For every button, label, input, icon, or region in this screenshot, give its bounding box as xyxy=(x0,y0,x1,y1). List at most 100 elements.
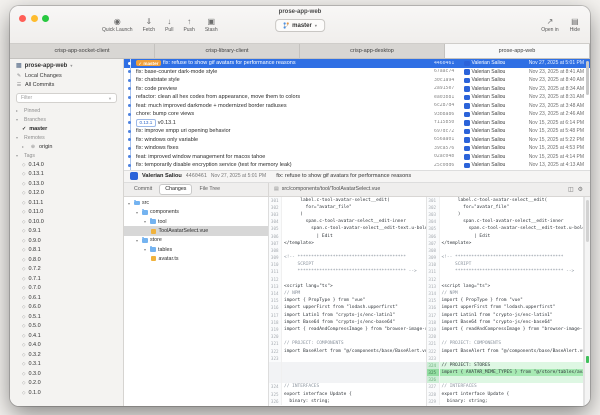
check-icon: ✓ xyxy=(139,61,142,66)
sidebar-tag-item[interactable]: ◇0.11.1 xyxy=(10,198,123,208)
repo-tab[interactable]: prose-app-web xyxy=(445,44,590,58)
sidebar-item-local-changes[interactable]: ✎ Local Changes xyxy=(10,71,123,81)
avatar xyxy=(130,172,138,180)
commit-row[interactable]: fix: windows only variable656aa01Valeria… xyxy=(124,136,590,145)
tree-folder[interactable]: ▾tables xyxy=(124,245,268,254)
avatar xyxy=(464,129,470,135)
sidebar-tag-item[interactable]: ◇0.11.0 xyxy=(10,208,123,218)
section-pinned[interactable]: ▸ Pinned xyxy=(10,106,123,115)
branch-selector[interactable]: master ▾ xyxy=(275,19,325,32)
sidebar-tag-item[interactable]: ◇0.13.1 xyxy=(10,170,123,180)
sidebar-tag-item[interactable]: ◇0.10.0 xyxy=(10,217,123,227)
sidebar-tag-item[interactable]: ◇0.5.1 xyxy=(10,312,123,322)
tags-label: Tags xyxy=(24,153,35,159)
tab-commit[interactable]: Commit xyxy=(129,185,157,194)
scrollbar-thumb[interactable] xyxy=(586,200,589,242)
tab-file-tree[interactable]: File Tree xyxy=(194,185,225,194)
sidebar-tag-item[interactable]: ◇0.9.1 xyxy=(10,227,123,237)
tag-label: 0.8.1 xyxy=(28,247,40,253)
sidebar-tag-item[interactable]: ◇0.14.0 xyxy=(10,160,123,170)
commit-message-text: fix: windows fixes xyxy=(136,145,179,151)
commit-row[interactable]: refactor: clean all hex codes from appea… xyxy=(124,93,590,102)
avatar xyxy=(464,112,470,118)
scrollbar-thumb[interactable] xyxy=(586,61,589,95)
commit-row[interactable]: fix: chatstate style30c1a94Valerian Sali… xyxy=(124,76,590,85)
open-in-button[interactable]: ↗ Open in xyxy=(541,17,559,33)
sidebar-tag-item[interactable]: ◇0.4.1 xyxy=(10,331,123,341)
quick-launch-button[interactable]: ◉ Quick Launch xyxy=(102,17,133,33)
sidebar-tag-item[interactable]: ◇0.2.0 xyxy=(10,379,123,389)
split-view-icon[interactable]: ◫ xyxy=(568,186,574,193)
chevron-right-icon: ▸ xyxy=(22,144,27,149)
section-remotes[interactable]: ▾ Remotes xyxy=(10,133,123,142)
sidebar-tag-item[interactable]: ◇0.7.1 xyxy=(10,274,123,284)
line-text: // NPM xyxy=(282,290,426,297)
commit-dot xyxy=(128,138,131,141)
chevron-right-icon: ▸ xyxy=(16,108,21,113)
commit-message: fix: windows fixes xyxy=(136,145,434,151)
sidebar-tag-item[interactable]: ◇0.5.0 xyxy=(10,322,123,332)
hide-sidebar-button[interactable]: ▤ Hide xyxy=(570,17,580,33)
sidebar-tag-item[interactable]: ◇0.3.0 xyxy=(10,369,123,379)
sidebar-branch-master[interactable]: ✓ master xyxy=(10,124,123,133)
tree-folder[interactable]: ▾tool xyxy=(124,217,268,226)
sidebar-tag-item[interactable]: ◇0.7.2 xyxy=(10,265,123,275)
commit-row[interactable]: fix: improve xmpp uri opening behavior69… xyxy=(124,127,590,136)
tag-label: 0.6.1 xyxy=(28,295,40,301)
sidebar-repo-header[interactable]: ▦ prose-app-web ▾ xyxy=(10,59,123,71)
commit-row[interactable]: fix: temporarily disable encryption serv… xyxy=(124,161,590,170)
tree-file[interactable]: ToolAvatarSelect.vue xyxy=(124,226,268,235)
sidebar-tag-item[interactable]: ◇0.9.0 xyxy=(10,236,123,246)
push-button[interactable]: ↑ Push xyxy=(183,17,194,33)
repo-tab[interactable]: crisp-app-socket-client xyxy=(10,44,155,58)
sidebar-tag-item[interactable]: ◇0.3.1 xyxy=(10,360,123,370)
toolbar-left: ◉ Quick Launch ⇓ Fetch ↓ Pull ↑ Push ▣ xyxy=(102,17,218,33)
commit-message-text: fix: refuse to show gif avatars for perf… xyxy=(163,60,296,66)
sidebar-remote-origin[interactable]: ▸ ⊕ origin xyxy=(10,142,123,151)
sidebar-tag-item[interactable]: ◇0.4.0 xyxy=(10,341,123,351)
sidebar-tag-item[interactable]: ◇0.13.0 xyxy=(10,179,123,189)
minimize-window-button[interactable] xyxy=(31,15,38,22)
sidebar-tag-item[interactable]: ◇0.8.0 xyxy=(10,255,123,265)
section-branches[interactable]: ▾ Branches xyxy=(10,115,123,124)
commit-row[interactable]: feat: much improved darkmode + modernize… xyxy=(124,102,590,111)
repo-tab[interactable]: crisp-app-desktop xyxy=(300,44,445,58)
commit-hash: 67aac74 xyxy=(434,69,464,74)
repo-tab[interactable]: crisp-library-client xyxy=(155,44,300,58)
commit-row[interactable]: fix: code preview2a915e7Valerian SaliouN… xyxy=(124,85,590,94)
commit-row[interactable]: fix: base-counter dark-mode style67aac74… xyxy=(124,68,590,77)
bottom-split: ▾src▾components▾toolToolAvatarSelect.vue… xyxy=(124,197,590,407)
tree-folder[interactable]: ▾src xyxy=(124,199,268,208)
settings-icon[interactable]: ⚙ xyxy=(578,186,583,193)
author-name: Valerian Saliou xyxy=(472,137,506,143)
sidebar-tag-item[interactable]: ◇0.6.1 xyxy=(10,293,123,303)
pull-button[interactable]: ↓ Pull xyxy=(165,17,173,33)
stash-button[interactable]: ▣ Stash xyxy=(205,17,218,33)
commit-row[interactable]: fix: windows fixes39ca576Valerian Saliou… xyxy=(124,144,590,153)
commit-row[interactable]: 0.13.1v0.13.1f115b50Valerian SaliouNov 1… xyxy=(124,119,590,128)
close-window-button[interactable] xyxy=(19,15,26,22)
tree-file[interactable]: avatar.ts xyxy=(124,254,268,263)
tab-changes[interactable]: Changes xyxy=(159,184,192,195)
sidebar-tag-item[interactable]: ◇0.7.0 xyxy=(10,284,123,294)
line-number: 309 xyxy=(269,254,282,261)
tree-folder[interactable]: ▾components xyxy=(124,208,268,217)
commit-row[interactable]: ✓masterfix: refuse to show gif avatars f… xyxy=(124,59,590,68)
sidebar-tag-item[interactable]: ◇0.12.0 xyxy=(10,189,123,199)
tag-label: 0.4.1 xyxy=(28,333,40,339)
sidebar-tag-item[interactable]: ◇0.8.1 xyxy=(10,246,123,256)
commit-row[interactable]: chore: bump core views93b8a86Valerian Sa… xyxy=(124,110,590,119)
sidebar-tag-item[interactable]: ◇0.3.2 xyxy=(10,350,123,360)
sidebar-tag-item[interactable]: ◇0.1.0 xyxy=(10,388,123,398)
zoom-window-button[interactable] xyxy=(42,15,49,22)
filter-input[interactable]: Filter ▼ xyxy=(16,93,117,103)
fetch-button[interactable]: ⇓ Fetch xyxy=(143,17,156,33)
commit-row[interactable]: feat: improved window management for mac… xyxy=(124,153,590,162)
stash-label: Stash xyxy=(205,27,218,33)
sidebar-item-all-commits[interactable]: ☰ All Commits xyxy=(10,81,123,91)
commit-author: Valerian Saliou xyxy=(464,111,520,117)
tree-folder[interactable]: ▾store xyxy=(124,236,268,245)
sidebar-tag-item[interactable]: ◇0.6.0 xyxy=(10,303,123,313)
overview-ruler[interactable] xyxy=(584,197,590,407)
section-tags[interactable]: ▾ Tags xyxy=(10,151,123,160)
